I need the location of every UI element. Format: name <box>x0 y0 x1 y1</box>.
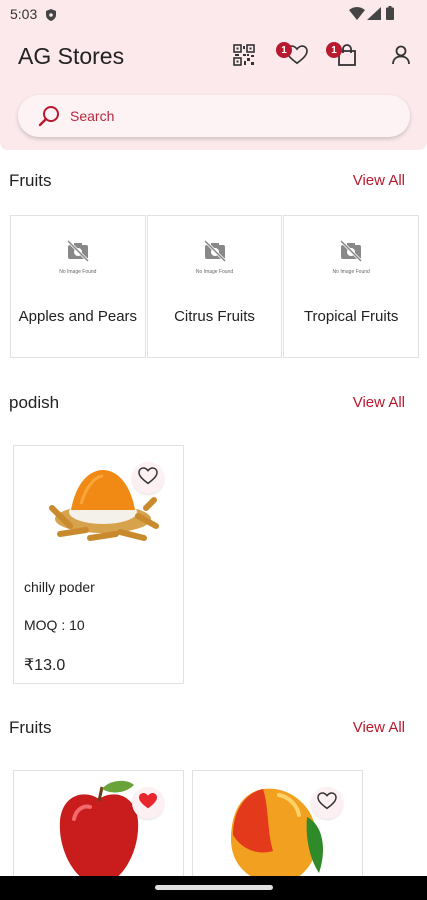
cart-button[interactable]: 1 <box>326 42 360 70</box>
status-time: 5:03 <box>10 6 38 22</box>
product-card-mango[interactable] <box>192 770 363 890</box>
signal-icon <box>367 7 381 25</box>
battery-icon <box>386 6 394 25</box>
no-image-icon <box>203 239 227 266</box>
user-icon <box>391 45 411 70</box>
no-image-text: No Image Found <box>59 269 97 275</box>
wishlist-toggle-button[interactable] <box>311 787 343 819</box>
no-image-placeholder: No Image Found <box>321 239 381 275</box>
no-image-placeholder: No Image Found <box>48 239 108 275</box>
heart-outline-icon <box>138 466 158 490</box>
wishlist-count-badge: 1 <box>276 42 292 58</box>
search-input[interactable]: Search <box>18 95 410 137</box>
product-name: chilly poder <box>24 579 95 595</box>
qr-scan-button[interactable] <box>231 43 257 71</box>
product-moq: MOQ : 10 <box>24 617 85 633</box>
category-card-apples-and-pears[interactable]: No Image Found Apples and Pears <box>10 215 146 358</box>
wishlist-button[interactable]: 1 <box>276 42 310 70</box>
home-gesture-handle[interactable] <box>155 885 273 890</box>
search-placeholder: Search <box>70 108 115 124</box>
category-card-citrus-fruits[interactable]: No Image Found Citrus Fruits <box>146 215 283 358</box>
app-title: AG Stores <box>18 43 125 69</box>
no-image-icon <box>66 239 90 266</box>
category-grid: No Image Found Apples and Pears No Image… <box>10 215 420 358</box>
product-price: ₹13.0 <box>24 657 66 674</box>
section-title-podish: podish <box>9 393 60 412</box>
shield-icon <box>46 8 56 26</box>
wishlist-toggle-button[interactable] <box>132 787 164 819</box>
search-icon <box>38 105 60 132</box>
no-image-icon <box>339 239 363 266</box>
wishlist-toggle-button[interactable] <box>132 462 164 494</box>
product-card-chilly-poder[interactable]: chilly poder MOQ : 10 ₹13.0 <box>13 445 184 684</box>
category-name: Tropical Fruits <box>303 308 399 325</box>
wifi-icon <box>349 7 365 25</box>
qr-code-icon <box>233 43 255 71</box>
system-navigation-bar <box>0 876 427 900</box>
product-image-red-apple <box>54 779 144 889</box>
no-image-text: No Image Found <box>332 269 370 275</box>
cart-count-badge: 1 <box>326 42 342 58</box>
category-card-tropical-fruits[interactable]: No Image Found Tropical Fruits <box>283 215 420 358</box>
view-all-fruits-products-link[interactable]: View All <box>353 719 405 736</box>
profile-button[interactable] <box>388 44 414 70</box>
view-all-fruits-link[interactable]: View All <box>353 172 405 189</box>
section-title-fruits: Fruits <box>9 171 52 190</box>
no-image-text: No Image Found <box>195 269 234 275</box>
section-title-fruits-products: Fruits <box>9 718 52 737</box>
heart-outline-icon <box>317 791 337 815</box>
no-image-placeholder: No Image Found <box>185 239 245 275</box>
heart-filled-icon <box>138 792 158 815</box>
status-bar: 5:03 <box>0 0 427 28</box>
category-name: Apples and Pears <box>18 308 138 325</box>
product-card-apple[interactable] <box>13 770 184 890</box>
category-name: Citrus Fruits <box>174 308 255 325</box>
view-all-podish-link[interactable]: View All <box>353 394 405 411</box>
